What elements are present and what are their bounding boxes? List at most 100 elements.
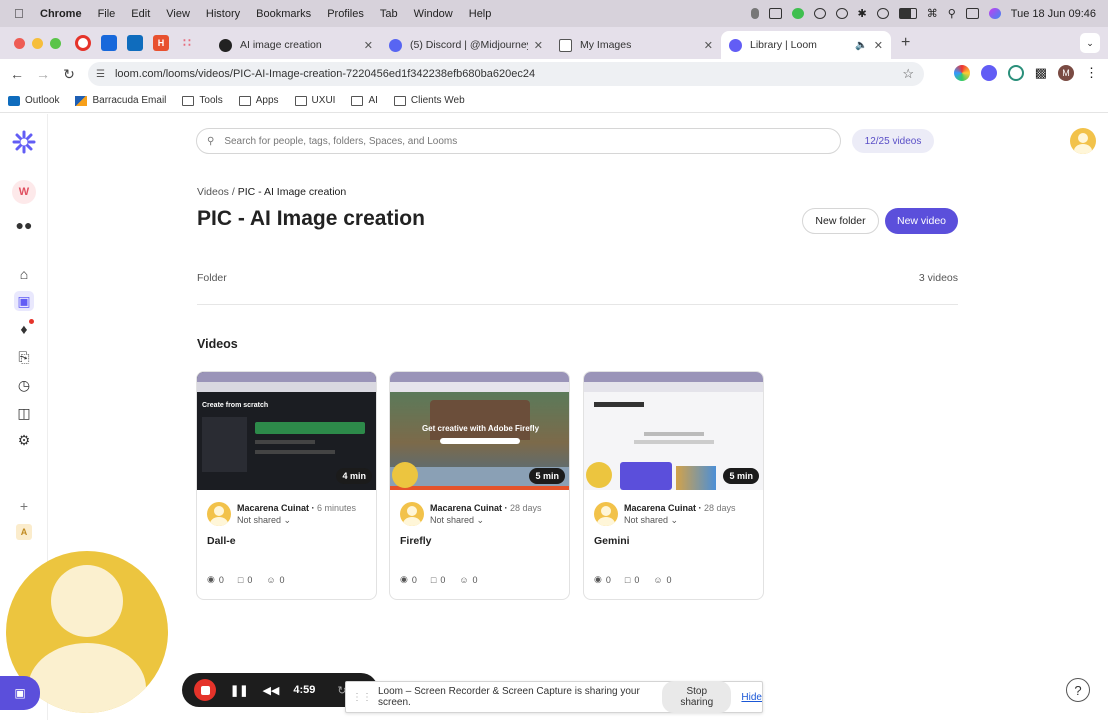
- forward-icon[interactable]: →: [30, 66, 56, 82]
- battery-icon[interactable]: [898, 8, 917, 19]
- video-card-dall-e[interactable]: Create from scratch 4 min Macarena Cuina…: [196, 371, 377, 600]
- menu-app-name[interactable]: Chrome: [40, 8, 82, 20]
- help-button[interactable]: ?: [1066, 678, 1090, 702]
- workspace-badge[interactable]: W: [12, 180, 36, 204]
- extension-loom-icon[interactable]: [980, 65, 997, 81]
- bookmark-folder-clients-web[interactable]: Clients Web: [393, 95, 465, 106]
- sharing-dropdown[interactable]: Not shared ⌄: [624, 515, 678, 526]
- settings-gear-icon[interactable]: ⚙: [14, 430, 34, 450]
- bookmark-folder-apps[interactable]: Apps: [238, 95, 279, 106]
- bookmark-outlook[interactable]: Outlook: [8, 95, 59, 106]
- menu-edit[interactable]: Edit: [131, 8, 150, 20]
- hide-link[interactable]: Hide: [741, 692, 762, 703]
- video-card-gemini[interactable]: 5 min Macarena Cuinat · 28 days Not shar…: [583, 371, 764, 600]
- tab-ai-image-creation[interactable]: AI image creation ✕: [211, 31, 381, 59]
- minimize-window-icon[interactable]: [32, 37, 43, 49]
- page-title[interactable]: PIC - AI Image creation: [197, 207, 425, 231]
- wifi-icon[interactable]: ⌘: [927, 7, 938, 20]
- bookmark-folder-uxui[interactable]: UXUI: [294, 95, 335, 106]
- bookmark-barracuda[interactable]: Barracuda Email: [75, 95, 166, 106]
- new-tab-icon[interactable]: +: [901, 34, 910, 52]
- library-icon[interactable]: ▣: [14, 291, 34, 311]
- user-switch-icon[interactable]: [876, 8, 889, 19]
- control-center-icon[interactable]: [965, 8, 979, 19]
- reload-icon[interactable]: ↻: [56, 66, 82, 83]
- site-settings-icon[interactable]: ☰: [96, 69, 105, 80]
- add-space-icon[interactable]: +: [14, 496, 34, 516]
- tab-discord[interactable]: (5) Discord | @Midjourney Bo ✕: [381, 31, 551, 59]
- mic-icon[interactable]: [750, 8, 759, 19]
- bluetooth-icon[interactable]: ✱: [858, 7, 867, 20]
- bookmark-icon[interactable]: ⎘: [14, 347, 34, 367]
- siri-icon[interactable]: [988, 8, 1001, 19]
- members-icon[interactable]: ●●: [14, 215, 34, 235]
- maximize-window-icon[interactable]: [50, 37, 61, 49]
- extension-color-icon[interactable]: [953, 65, 970, 81]
- pinned-tab-asana-icon[interactable]: ∷: [179, 35, 195, 51]
- speaker-icon[interactable]: 🔈: [855, 40, 867, 51]
- close-window-icon[interactable]: [14, 37, 25, 49]
- home-icon[interactable]: ⌂: [14, 264, 34, 284]
- notifications-icon[interactable]: ♦: [14, 319, 34, 339]
- menu-history[interactable]: History: [206, 8, 240, 20]
- video-thumbnail[interactable]: Get creative with Adobe Firefly 5 min: [390, 372, 569, 490]
- video-title[interactable]: Gemini: [594, 535, 630, 547]
- facetime-icon[interactable]: [791, 8, 804, 19]
- pinned-tab-outlook-icon[interactable]: [127, 35, 143, 51]
- close-tab-icon[interactable]: ✕: [874, 39, 883, 52]
- video-quota-badge[interactable]: 12/25 videos: [852, 129, 934, 153]
- menu-bookmarks[interactable]: Bookmarks: [256, 8, 311, 20]
- tab-search-icon[interactable]: ⌄: [1080, 33, 1100, 53]
- stop-sharing-button[interactable]: Stop sharing: [662, 681, 732, 713]
- sharing-dropdown[interactable]: Not shared ⌄: [430, 515, 484, 526]
- video-card-firefly[interactable]: Get creative with Adobe Firefly 5 min Ma…: [389, 371, 570, 600]
- pinned-tab-h-icon[interactable]: H: [153, 35, 169, 51]
- new-video-button[interactable]: New video: [885, 208, 958, 234]
- bookmark-folder-ai[interactable]: AI: [351, 95, 378, 106]
- tab-my-images[interactable]: My Images ✕: [551, 31, 721, 59]
- play-icon[interactable]: [835, 8, 848, 19]
- rewind-icon[interactable]: ◀◀: [262, 684, 279, 697]
- menu-tab[interactable]: Tab: [380, 8, 398, 20]
- close-tab-icon[interactable]: ✕: [364, 39, 373, 52]
- camera-toggle-button[interactable]: ▣: [0, 676, 40, 710]
- menu-profiles[interactable]: Profiles: [327, 8, 364, 20]
- new-folder-button[interactable]: New folder: [802, 208, 879, 234]
- video-thumbnail[interactable]: 5 min: [584, 372, 763, 490]
- apple-icon[interactable]: : [14, 6, 28, 21]
- back-icon[interactable]: ←: [4, 66, 30, 82]
- menu-file[interactable]: File: [98, 8, 116, 20]
- tab-library-loom[interactable]: Library | Loom 🔈 ✕: [721, 31, 891, 59]
- pinned-tab-trello-icon[interactable]: [101, 35, 117, 51]
- screen-icon[interactable]: [768, 8, 782, 19]
- menu-help[interactable]: Help: [469, 8, 492, 20]
- browser-menu-icon[interactable]: ⋮: [1085, 65, 1098, 81]
- address-bar[interactable]: ☰ loom.com/looms/videos/PIC-AI-Image-cre…: [88, 62, 924, 86]
- menubar-clock[interactable]: Tue 18 Jun 09:46: [1011, 8, 1096, 20]
- close-tab-icon[interactable]: ✕: [534, 39, 543, 52]
- video-title[interactable]: Firefly: [400, 535, 432, 547]
- breadcrumb-videos-link[interactable]: Videos: [197, 186, 229, 198]
- stop-recording-button[interactable]: [194, 679, 216, 701]
- creative-cloud-icon[interactable]: [813, 8, 826, 19]
- search-input[interactable]: ⚲ Search for people, tags, folders, Spac…: [196, 128, 841, 154]
- sharing-dropdown[interactable]: Not shared ⌄: [237, 515, 291, 526]
- bookmark-star-icon[interactable]: ☆: [902, 66, 914, 82]
- video-thumbnail[interactable]: Create from scratch 4 min: [197, 372, 376, 490]
- menu-window[interactable]: Window: [414, 8, 453, 20]
- loom-logo-icon[interactable]: [12, 130, 36, 154]
- pause-icon[interactable]: ❚❚: [230, 684, 248, 697]
- extension-g-icon[interactable]: [1007, 65, 1024, 81]
- spotlight-icon[interactable]: ⚲: [948, 7, 956, 20]
- history-icon[interactable]: ◷: [14, 375, 34, 395]
- menu-view[interactable]: View: [166, 8, 190, 20]
- close-tab-icon[interactable]: ✕: [704, 39, 713, 52]
- pinned-tab-record-icon[interactable]: [75, 35, 91, 51]
- profile-avatar[interactable]: M: [1058, 65, 1074, 81]
- drag-handle-icon[interactable]: ⋮⋮: [352, 692, 372, 703]
- user-avatar[interactable]: [1070, 128, 1096, 154]
- gift-icon[interactable]: ◫: [14, 403, 34, 423]
- space-badge[interactable]: A: [16, 524, 32, 540]
- video-title[interactable]: Dall-e: [207, 535, 236, 547]
- extensions-puzzle-icon[interactable]: ▩: [1035, 65, 1047, 81]
